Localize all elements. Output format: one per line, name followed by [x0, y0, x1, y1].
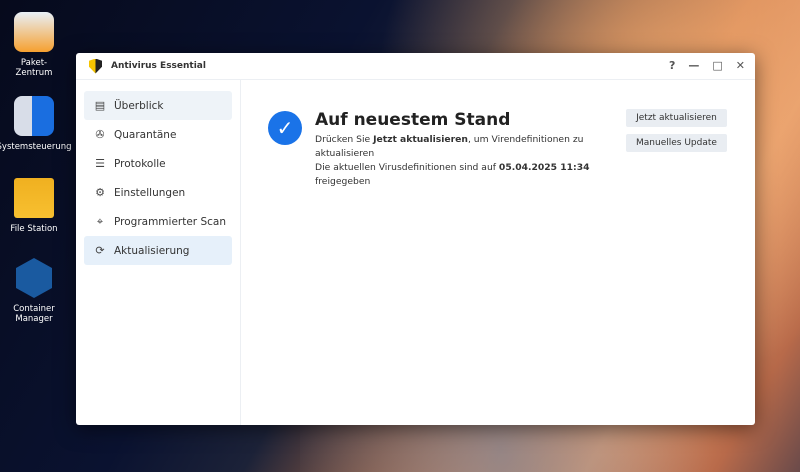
- sidebar-item-programmierter-scan[interactable]: ⌖ Programmierter Scan: [84, 207, 232, 236]
- minimize-button[interactable]: —: [688, 59, 699, 72]
- maximize-button[interactable]: □: [712, 59, 722, 72]
- manual-update-button[interactable]: Manuelles Update: [626, 134, 727, 152]
- help-button[interactable]: ?: [669, 59, 675, 72]
- update-now-button[interactable]: Jetzt aktualisieren: [626, 109, 727, 127]
- desktop-icon-file-station[interactable]: File Station: [0, 178, 74, 234]
- overview-icon: ▤: [94, 99, 106, 112]
- shield-icon: [89, 58, 102, 74]
- sidebar-item-quarantaene[interactable]: ✇ Quarantäne: [84, 120, 232, 149]
- desktop-icon-paket-zentrum[interactable]: Paket- Zentrum: [0, 12, 74, 78]
- folder-icon: [14, 178, 54, 218]
- title-bar[interactable]: Antivirus Essential ? — □ ✕: [76, 53, 755, 80]
- control-panel-icon: [14, 96, 54, 136]
- desktop-icon-container-manager[interactable]: Container Manager: [0, 258, 74, 324]
- quarantine-icon: ✇: [95, 128, 105, 141]
- package-center-icon: [14, 12, 54, 52]
- container-manager-icon: [16, 258, 52, 298]
- check-icon: ✓: [268, 111, 302, 145]
- target-icon: ⌖: [96, 214, 104, 228]
- sidebar-item-aktualisierung[interactable]: ⟳ Aktualisierung: [84, 236, 232, 265]
- sidebar: ▤ Überblick ✇ Quarantäne ☰ Protokolle ⚙ Eins…: [76, 80, 241, 425]
- sidebar-item-protokolle[interactable]: ☰ Protokolle: [84, 149, 232, 178]
- main-panel: ✓ Auf neuestem Stand Drücken Sie Jetzt a…: [241, 80, 755, 425]
- antivirus-window: Antivirus Essential ? — □ ✕ ▤ Überblick ✇…: [76, 53, 755, 425]
- refresh-icon: ⟳: [95, 244, 105, 257]
- list-icon: ☰: [95, 157, 105, 170]
- status-title: Auf neuestem Stand: [315, 110, 511, 130]
- window-title: Antivirus Essential: [111, 61, 206, 71]
- sidebar-item-einstellungen[interactable]: ⚙ Einstellungen: [84, 178, 232, 207]
- status-description: Drücken Sie Jetzt aktualisieren, um Vire…: [315, 134, 590, 187]
- gear-icon: ⚙: [95, 186, 105, 199]
- desktop-icon-systemsteuerung[interactable]: Systemsteuerung: [0, 96, 74, 152]
- close-button[interactable]: ✕: [736, 59, 745, 72]
- sidebar-item-ueberblick[interactable]: ▤ Überblick: [84, 91, 232, 120]
